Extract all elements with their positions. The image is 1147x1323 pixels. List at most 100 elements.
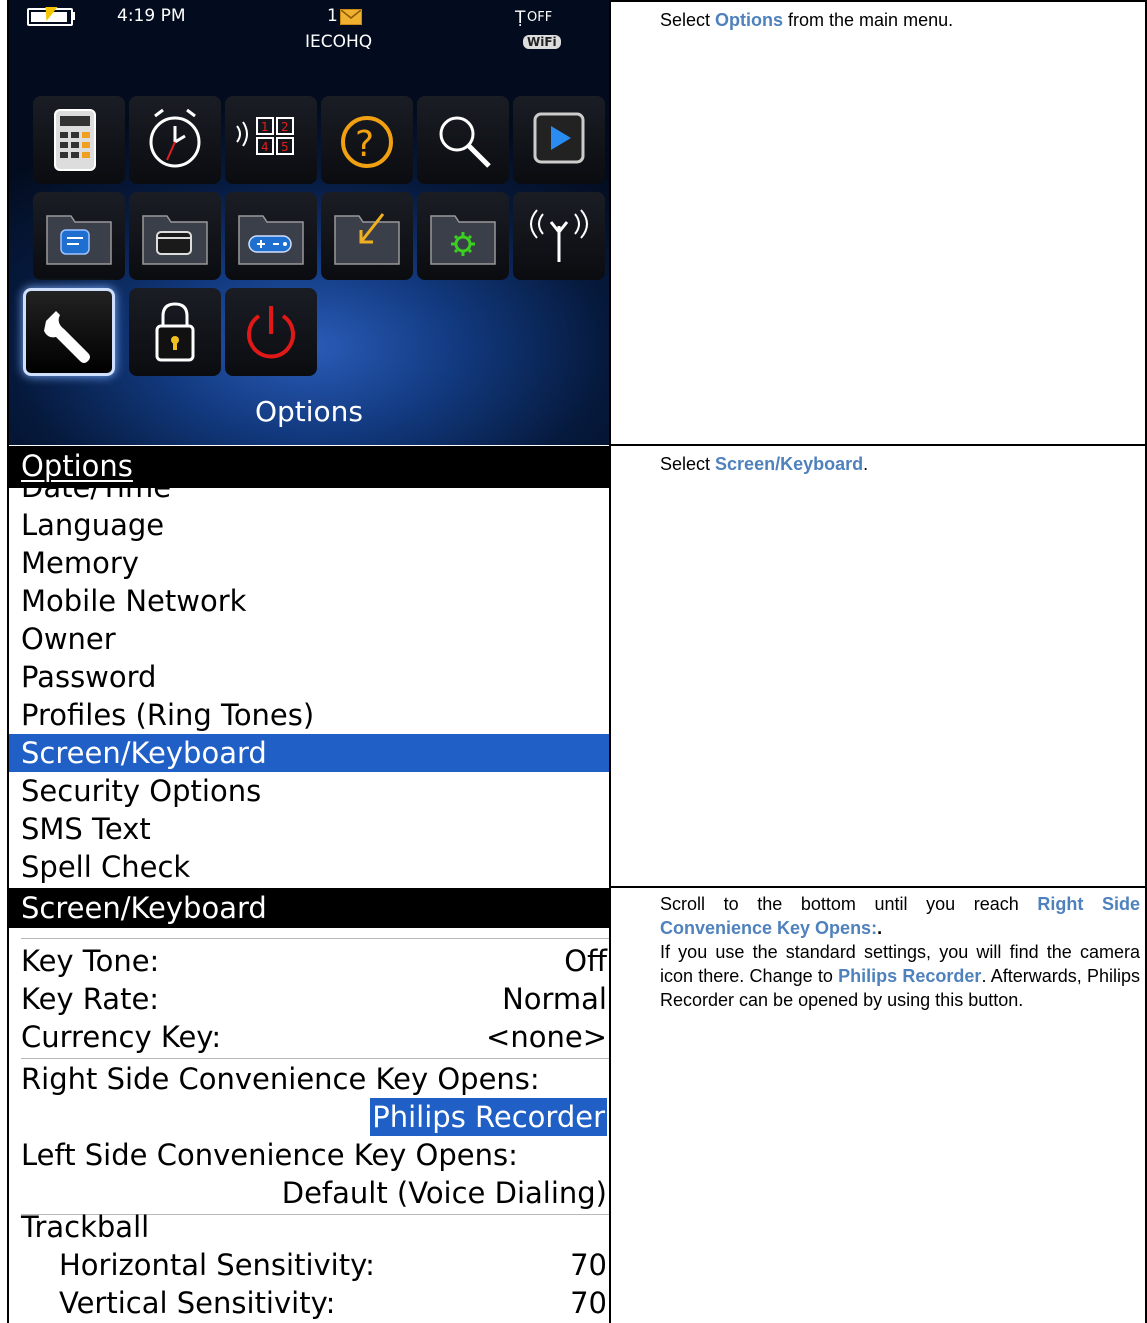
screen-keyboard-screenshot: Screen/Keyboard Key Tone: Off Key Rate: … [9, 888, 609, 1323]
left-convenience-key-value[interactable]: Default (Voice Dialing) [282, 1174, 607, 1212]
right-convenience-key-value[interactable]: Philips Recorder [370, 1098, 607, 1136]
voice-dialing-icon: 1 24 5 [236, 117, 294, 155]
setting-value: <none> [486, 1020, 607, 1054]
step2-text: Select [660, 454, 716, 474]
games-folder-icon [238, 215, 304, 265]
step3-paragraph-2: If you use the standard settings, you wi… [660, 940, 1140, 1012]
step1-text-end: from the main menu. [783, 10, 954, 30]
left-convenience-key-label: Left Side Convenience Key Opens: [21, 1138, 518, 1172]
message-count: 1 [327, 6, 338, 26]
table-border-middle [609, 0, 611, 1323]
step2-text-end: . [863, 454, 869, 474]
search-tile[interactable] [417, 96, 509, 184]
games-folder-tile[interactable] [225, 192, 317, 280]
setting-row-key-tone[interactable]: Key Tone: Off [21, 942, 607, 980]
step3-text: Scroll to the bottom until you reach [660, 894, 1038, 914]
setting-label: Key Rate: [21, 982, 160, 1016]
clock-tile[interactable] [129, 96, 221, 184]
right-convenience-key-label: Right Side Convenience Key Opens: [21, 1062, 540, 1096]
list-item[interactable]: Mobile Network [21, 582, 246, 620]
list-item[interactable]: Memory [21, 544, 139, 582]
media-player-tile[interactable] [513, 96, 605, 184]
options-title-bar: Options [9, 446, 609, 488]
setting-value: Normal [502, 982, 607, 1016]
help-tile[interactable]: ? [321, 96, 413, 184]
setting-value: 70 [570, 1248, 607, 1282]
manage-connections-icon [530, 209, 588, 262]
calculator-tile[interactable] [33, 96, 125, 184]
svg-text:4: 4 [261, 140, 269, 154]
step3-paragraph-1: Scroll to the bottom until you reach Rig… [660, 892, 1140, 940]
applications-folder-tile[interactable] [129, 192, 221, 280]
step3-instruction: Scroll to the bottom until you reach Rig… [660, 892, 1140, 1012]
step3-highlight: Philips Recorder [838, 966, 982, 986]
envelope-icon [340, 9, 362, 25]
options-screen-screenshot: Date/Time Options LanguageMemoryMobile N… [9, 446, 609, 886]
list-item[interactable]: Owner [21, 620, 116, 658]
settings-folder-tile[interactable] [417, 192, 509, 280]
setting-row-currency-key[interactable]: Currency Key: <none> [21, 1018, 607, 1056]
setting-label: Vertical Sensitivity: [59, 1286, 336, 1320]
calculator-icon [54, 109, 96, 171]
table-border-top [609, 0, 1147, 2]
svg-text:2: 2 [281, 120, 289, 134]
list-item[interactable]: Language [21, 506, 164, 544]
lock-tile[interactable] [129, 288, 221, 376]
media-player-icon [533, 112, 585, 164]
step1-highlight: Options [715, 10, 784, 30]
manage-connections-tile[interactable] [513, 192, 605, 280]
setting-label: Currency Key: [21, 1020, 222, 1054]
separator [21, 1058, 609, 1059]
list-item[interactable]: Spell Check [21, 848, 190, 886]
applications-folder-icon [142, 215, 208, 265]
screen-keyboard-title-bar: Screen/Keyboard [9, 888, 609, 928]
options-tile[interactable] [23, 288, 115, 376]
step3-text-end: . [877, 918, 883, 938]
list-item[interactable]: Profiles (Ring Tones) [21, 696, 314, 734]
setting-row-vertical-sensitivity[interactable]: Vertical Sensitivity: 70 [59, 1284, 607, 1322]
step2-highlight: Screen/Keyboard [715, 454, 864, 474]
table-row-divider-1 [609, 444, 1147, 446]
settings-folder-icon [430, 215, 496, 265]
separator [21, 938, 609, 939]
step1-text: Select [660, 10, 716, 30]
setting-row-horizontal-sensitivity[interactable]: Horizontal Sensitivity: 70 [59, 1246, 607, 1284]
svg-text:5: 5 [281, 140, 289, 154]
clock-icon [149, 108, 201, 168]
signal-antenna-icon: Ṭ [515, 8, 526, 28]
setting-label: Horizontal Sensitivity: [59, 1248, 375, 1282]
list-item[interactable]: SMS Text [21, 810, 151, 848]
downloads-folder-icon [334, 213, 400, 265]
power-tile[interactable] [225, 288, 317, 376]
messages-folder-tile[interactable] [33, 192, 125, 280]
signal-status: OFF [527, 10, 553, 25]
setting-value: 70 [570, 1286, 607, 1320]
list-item[interactable]: Screen/Keyboard [9, 734, 609, 772]
setting-row-key-rate[interactable]: Key Rate: Normal [21, 980, 607, 1018]
options-wrench-icon [44, 311, 90, 363]
messages-folder-icon [46, 215, 112, 265]
setting-value: Off [564, 944, 607, 978]
home-screen-screenshot: 4:19 PM 1 IECOHQ Ṭ OFF WiFi 1245 ? Optio… [9, 0, 609, 445]
svg-text:1: 1 [261, 120, 269, 134]
step2-instruction: Select Screen/Keyboard. [660, 452, 1140, 476]
page-title: Screen/Keyboard [21, 891, 267, 925]
power-icon [247, 306, 295, 359]
trackball-heading: Trackball [21, 1210, 150, 1244]
selected-app-label: Options [254, 395, 364, 428]
list-item[interactable]: Security Options [21, 772, 261, 810]
step1-instruction: Select Options from the main menu. [660, 8, 1140, 32]
battery-icon [27, 7, 73, 26]
voice-dialing-tile[interactable]: 1245 [225, 96, 317, 184]
setting-label: Key Tone: [21, 944, 160, 978]
status-time: 4:19 PM [117, 6, 186, 26]
downloads-folder-tile[interactable] [321, 192, 413, 280]
wifi-badge: WiFi [523, 35, 561, 49]
svg-text:?: ? [355, 124, 374, 165]
table-row-divider-2 [609, 886, 1147, 888]
carrier-name: IECOHQ [305, 32, 373, 52]
help-icon: ? [341, 116, 393, 168]
lock-icon [155, 302, 195, 362]
search-icon [439, 116, 491, 168]
list-item[interactable]: Password [21, 658, 156, 696]
